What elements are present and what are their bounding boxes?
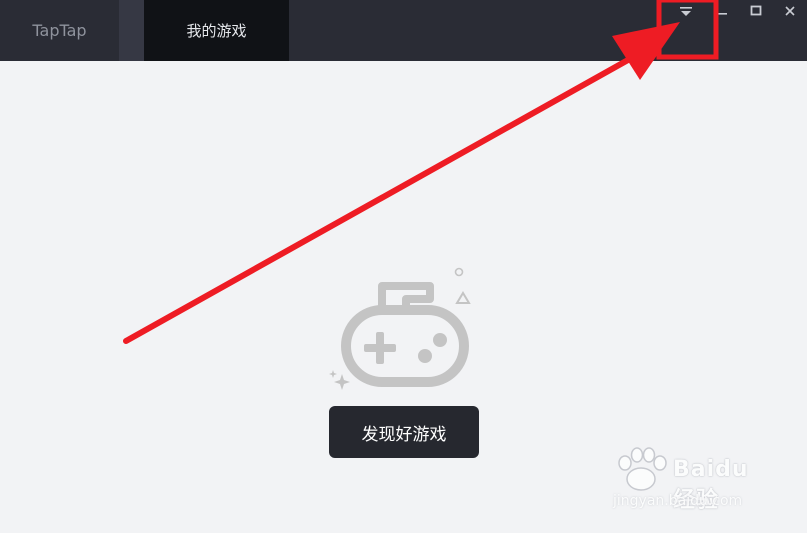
tab-taptap-label: TapTap: [32, 21, 87, 40]
tab-my-games[interactable]: 我的游戏: [144, 0, 289, 61]
title-bar: TapTap 我的游戏: [0, 0, 807, 61]
menu-dropdown-button[interactable]: [669, 0, 703, 22]
baidu-watermark: Baidu经验 jingyan.baidu.com: [611, 445, 769, 515]
close-icon: [785, 6, 795, 16]
tab-taptap[interactable]: TapTap: [0, 0, 119, 61]
close-button[interactable]: [773, 0, 807, 22]
watermark-url: jingyan.baidu.com: [613, 493, 743, 509]
minimize-icon: [717, 13, 727, 15]
discover-games-button[interactable]: 发现好游戏: [329, 406, 479, 458]
menu-dropdown-icon: [680, 7, 692, 16]
discover-games-label: 发现好游戏: [361, 424, 447, 445]
tab-my-games-label: 我的游戏: [186, 22, 247, 40]
minimize-button[interactable]: [705, 0, 739, 22]
tab-separator: [119, 0, 144, 61]
maximize-button[interactable]: [739, 0, 773, 22]
gamepad-icon: [329, 267, 471, 390]
maximize-icon: [750, 5, 762, 16]
paw-logo-icon: [618, 447, 667, 491]
